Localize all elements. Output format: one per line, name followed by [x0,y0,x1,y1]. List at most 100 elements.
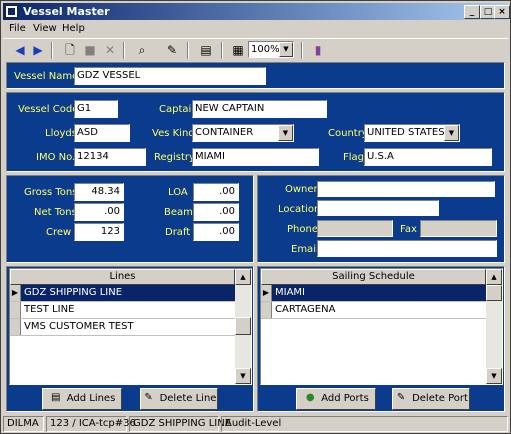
add-ports-button[interactable]: ● Add Ports [296,388,376,410]
scroll-up-icon[interactable]: ▲ [235,269,251,285]
window-title: Vessel Master [23,5,110,18]
scroll-up-icon[interactable]: ▲ [486,269,502,285]
status-bar: DILMA 123 / ICA-tcp#36 GDZ SHIPPING LINE… [3,415,508,432]
table-row[interactable]: TEST LINE [10,302,235,319]
add-lines-label: Add Lines [66,393,116,404]
flag-field[interactable]: U.S.A [364,148,492,166]
add-ports-label: Add Ports [321,393,369,404]
imo-label: IMO No. [36,152,76,163]
line-name: TEST LINE [24,304,75,315]
port-name: MIAMI [275,287,305,298]
new-document-icon[interactable]: 🗋 [61,42,79,58]
exit-icon[interactable]: ▮ [309,42,327,58]
delete-port-button[interactable]: ✎ Delete Port [392,388,470,410]
binoculars-icon[interactable]: ⌕ [133,42,151,58]
phone-field[interactable] [317,220,393,237]
sailing-schedule-panel: Sailing Schedule ▶ MIAMI CARTAGENA ▲ ▼ ●… [257,266,505,412]
eraser-icon[interactable]: ✎ [163,42,181,58]
lines-panel: Lines ▶ GDZ SHIPPING LINE TEST LINE VMS … [6,266,254,412]
row-indicator [10,319,21,335]
vessel-name-label: Vessel Name [14,71,79,82]
gross-tons-label: Gross Tons [24,187,78,198]
phone-label: Phone [287,224,318,235]
ves-kind-label: Ves Kind [152,128,195,139]
ves-kind-value: CONTAINER [195,127,254,138]
imo-field[interactable]: 12134 [74,148,146,166]
eraser-icon: ✎ [144,392,153,403]
row-pointer-icon: ▶ [261,285,272,301]
globe-icon: ● [305,392,315,403]
lloyds-label: Lloyds [45,128,77,139]
lines-column-header[interactable]: Lines [10,269,235,285]
close-button[interactable]: × [494,5,510,19]
table-row[interactable]: CARTAGENA [261,302,486,319]
draft-field[interactable]: .00 [193,223,239,241]
status-user: DILMA [3,416,44,432]
lloyds-field[interactable]: ASD [74,124,130,142]
beam-label: Beam [164,207,193,218]
scroll-down-icon[interactable]: ▼ [486,368,502,384]
vessel-code-label: Vessel Code [18,104,79,115]
vessel-name-field[interactable]: GDZ VESSEL [74,67,266,85]
delete-icon[interactable]: ✕ [101,42,119,58]
zoom-select[interactable]: 100% ▼ [248,41,294,58]
scroll-thumb[interactable] [486,285,502,301]
delete-line-label: Delete Line [159,393,217,404]
lines-scrollbar[interactable]: ▲ ▼ [235,269,251,384]
table-row[interactable]: VMS CUSTOMER TEST [10,319,235,336]
location-field[interactable] [317,200,439,216]
email-field[interactable] [317,240,497,257]
owner-panel: Owner Location Phone Fax Email [257,175,505,263]
vessel-name-panel: Vessel Name GDZ VESSEL [6,62,505,89]
schedule-scrollbar[interactable]: ▲ ▼ [486,269,502,384]
owner-field[interactable] [317,181,495,197]
gross-tons-field[interactable]: 48.34 [74,183,124,201]
next-record-icon[interactable]: ▶ [29,42,47,58]
add-lines-button[interactable]: ▤ Add Lines [42,388,122,410]
country-select[interactable]: UNITED STATES ▼ [364,124,460,142]
net-tons-label: Net Tons [34,207,77,218]
zoom-icon[interactable]: ▦ [229,42,247,58]
toolbar: ◀ ▶ 🗋 ■ ✕ ⌕ ✎ ▤ ▦ 100% ▼ ▮ [3,38,508,60]
print-icon[interactable]: ▤ [197,42,215,58]
previous-record-icon[interactable]: ◀ [11,42,29,58]
save-icon[interactable]: ■ [81,42,99,58]
schedule-grid: Sailing Schedule ▶ MIAMI CARTAGENA ▲ ▼ [260,268,503,385]
chevron-down-icon[interactable]: ▼ [279,42,293,57]
scroll-down-icon[interactable]: ▼ [235,368,251,384]
schedule-column-header[interactable]: Sailing Schedule [261,269,486,285]
minimize-button[interactable]: _ [464,5,480,19]
toolbar-separator [51,42,53,59]
line-name: GDZ SHIPPING LINE [24,287,123,298]
list-icon: ▤ [50,392,61,403]
menu-view[interactable]: View [33,23,57,34]
loa-label: LOA [168,187,188,198]
location-label: Location [278,204,321,215]
table-row[interactable]: ▶ MIAMI [261,285,486,302]
beam-field[interactable]: .00 [193,203,239,221]
fax-field[interactable] [420,220,497,237]
menu-bar: File View Help [3,21,508,37]
captain-field[interactable]: NEW CAPTAIN [192,100,327,118]
net-tons-field[interactable]: .00 [74,203,124,221]
status-line: GDZ SHIPPING LINE [129,416,231,432]
loa-field[interactable]: .00 [193,183,239,201]
menu-file[interactable]: File [9,23,26,34]
table-row[interactable]: ▶ GDZ SHIPPING LINE [10,285,235,302]
title-bar[interactable]: Vessel Master _ □ × [3,3,510,20]
crew-field[interactable]: 123 [74,223,124,241]
chevron-down-icon[interactable]: ▼ [444,125,459,141]
ves-kind-select[interactable]: CONTAINER ▼ [192,124,294,142]
menu-help[interactable]: Help [62,23,85,34]
scroll-thumb[interactable] [235,317,251,335]
chevron-down-icon[interactable]: ▼ [278,125,293,141]
row-pointer-icon: ▶ [10,285,21,301]
vessel-details-panel: Vessel Code G1 Captain NEW CAPTAIN Lloyd… [6,92,505,172]
toolbar-separator [187,42,189,59]
port-name: CARTAGENA [275,304,336,315]
registry-field[interactable]: MIAMI [192,148,319,166]
vessel-code-field[interactable]: G1 [74,100,118,118]
status-session: 123 / ICA-tcp#36 [46,416,136,432]
toolbar-separator [123,42,125,59]
delete-line-button[interactable]: ✎ Delete Line [140,388,218,410]
